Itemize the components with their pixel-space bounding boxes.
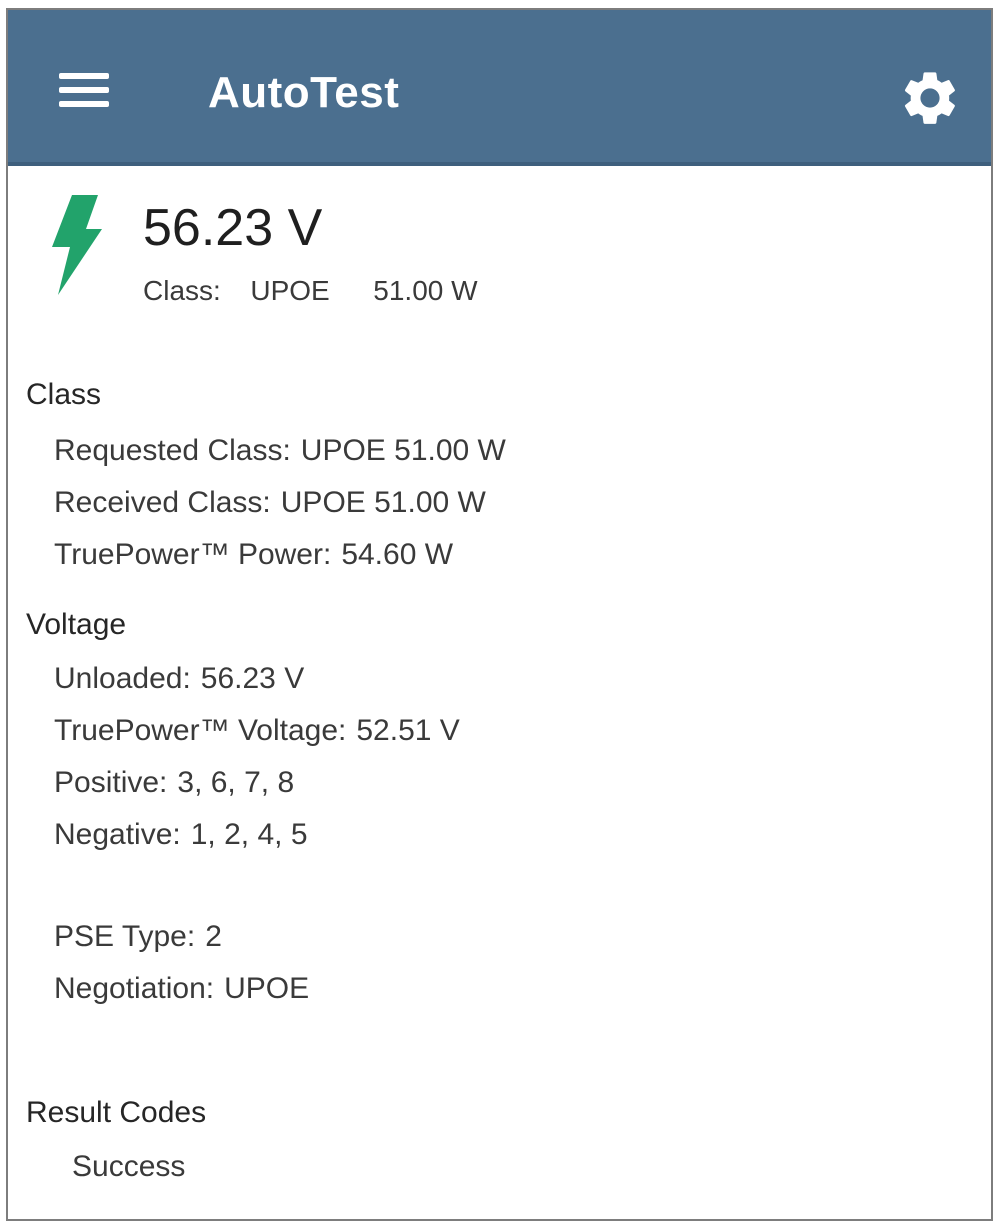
hamburger-menu-icon[interactable] bbox=[52, 60, 116, 120]
app-screen: AutoTest 56.23 V Class: UPOE 51.00 W Cla… bbox=[6, 8, 993, 1221]
negative-row: Negative: 1, 2, 4, 5 bbox=[54, 818, 308, 852]
result-code-value: Success bbox=[72, 1150, 186, 1183]
requested-class-row: Requested Class: UPOE 51.00 W bbox=[54, 434, 506, 468]
truepower-voltage-row: TruePower™ Voltage: 52.51 V bbox=[54, 714, 460, 748]
class-summary-power: 51.00 W bbox=[373, 275, 478, 306]
row-label: Positive: bbox=[54, 766, 168, 799]
result-codes-title: Result Codes bbox=[26, 1096, 207, 1129]
row-value: UPOE 51.00 W bbox=[300, 434, 506, 467]
class-summary-label: Class: bbox=[143, 275, 221, 306]
row-label: Unloaded: bbox=[54, 662, 191, 695]
page-title: AutoTest bbox=[208, 68, 400, 117]
class-section-title: Class bbox=[26, 378, 102, 411]
pse-type-row: PSE Type: 2 bbox=[54, 920, 222, 954]
positive-row: Positive: 3, 6, 7, 8 bbox=[54, 766, 294, 800]
row-label: Received Class: bbox=[54, 486, 271, 519]
row-value: 56.23 V bbox=[200, 662, 305, 695]
received-class-row: Received Class: UPOE 51.00 W bbox=[54, 486, 486, 520]
class-summary: Class: UPOE 51.00 W bbox=[143, 275, 478, 307]
row-value: UPOE 51.00 W bbox=[280, 486, 486, 519]
row-label: Negative: bbox=[54, 818, 181, 851]
negotiation-row: Negotiation: UPOE bbox=[54, 972, 309, 1006]
row-value: 52.51 V bbox=[356, 714, 460, 747]
row-value: 1, 2, 4, 5 bbox=[190, 818, 308, 851]
row-label: Negotiation: bbox=[54, 972, 215, 1005]
row-value: UPOE bbox=[224, 972, 310, 1005]
voltage-section-title: Voltage bbox=[26, 608, 127, 641]
row-value: 2 bbox=[205, 920, 222, 953]
unloaded-row: Unloaded: 56.23 V bbox=[54, 662, 304, 696]
row-value: 3, 6, 7, 8 bbox=[177, 766, 295, 799]
voltage-reading: 56.23 V bbox=[143, 199, 323, 257]
truepower-power-row: TruePower™ Power: 54.60 W bbox=[54, 538, 453, 572]
lightning-bolt-icon bbox=[52, 195, 102, 295]
row-label: Requested Class: bbox=[54, 434, 291, 467]
row-label: PSE Type: bbox=[54, 920, 196, 953]
app-bar: AutoTest bbox=[8, 10, 991, 166]
row-value: 54.60 W bbox=[341, 538, 454, 571]
row-label: TruePower™ Power: bbox=[54, 538, 332, 571]
row-label: TruePower™ Voltage: bbox=[54, 714, 347, 747]
gear-icon[interactable] bbox=[898, 66, 962, 130]
class-summary-type: UPOE bbox=[250, 275, 330, 306]
